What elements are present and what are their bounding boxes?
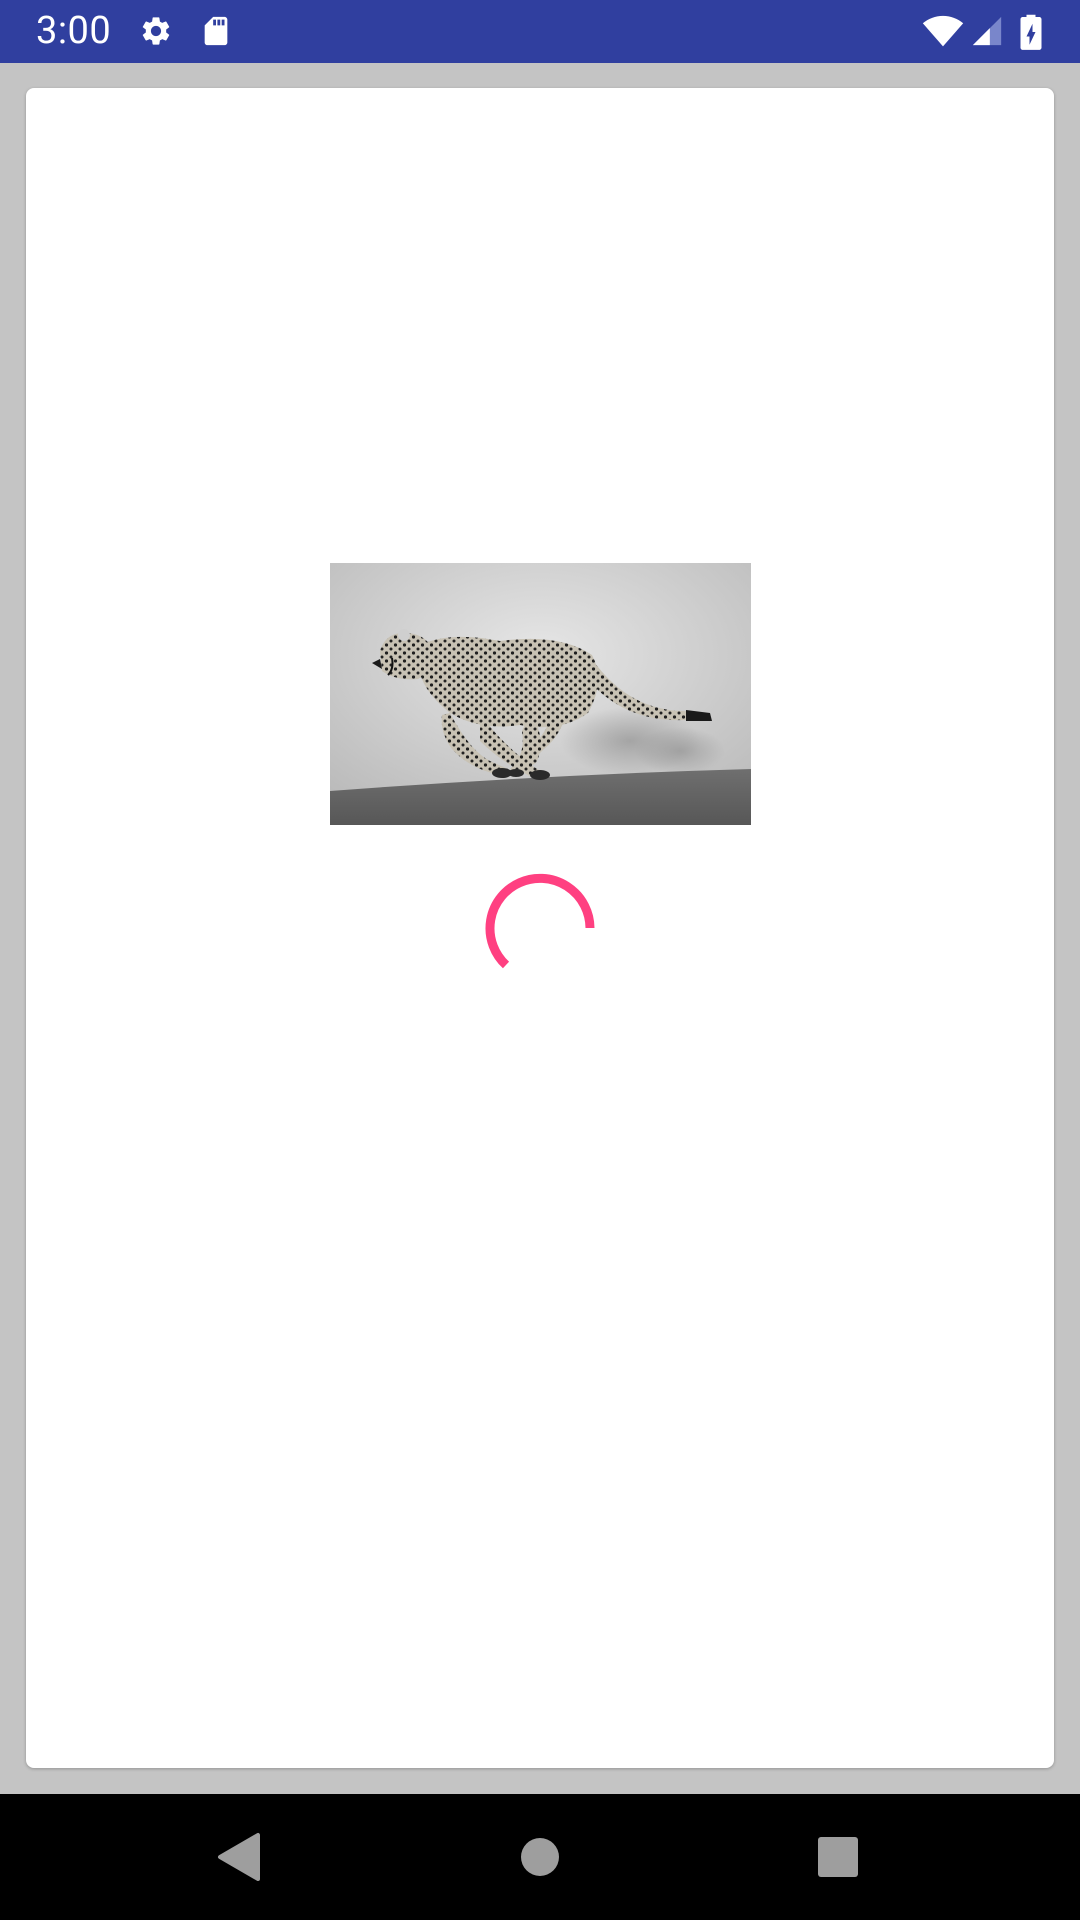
battery-charging-icon xyxy=(1016,14,1046,50)
back-button[interactable] xyxy=(201,1819,277,1895)
loading-spinner xyxy=(484,872,596,984)
home-button[interactable] xyxy=(502,1819,578,1895)
wifi-icon xyxy=(922,14,964,48)
navigation-bar xyxy=(0,1794,1080,1920)
status-bar: 3:00 xyxy=(0,0,1080,63)
sd-card-icon xyxy=(199,14,233,48)
recents-button[interactable] xyxy=(800,1819,876,1895)
cell-signal-icon xyxy=(970,14,1004,48)
cheetah-photo xyxy=(330,563,751,825)
settings-icon xyxy=(139,14,173,48)
status-time: 3:00 xyxy=(36,9,112,53)
